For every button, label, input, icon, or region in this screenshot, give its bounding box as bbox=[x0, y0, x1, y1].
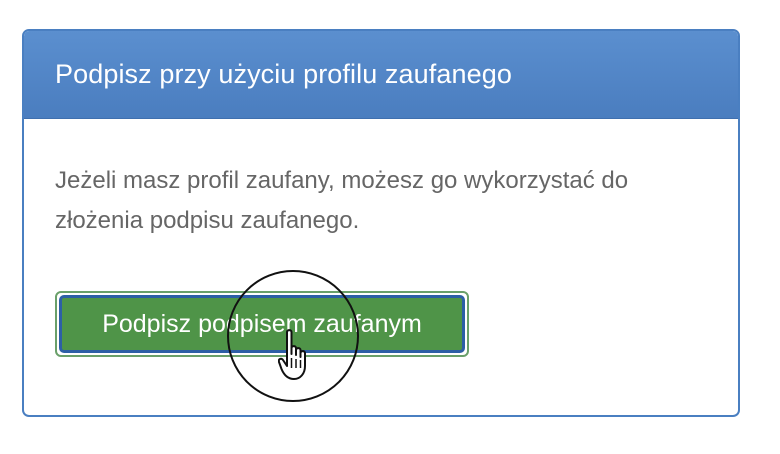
trusted-profile-panel: Podpisz przy użyciu profilu zaufanego Je… bbox=[22, 29, 740, 417]
sign-button-focus-ring: Podpisz podpisem zaufanym bbox=[55, 291, 469, 357]
sign-with-trusted-profile-button[interactable]: Podpisz podpisem zaufanym bbox=[59, 295, 465, 353]
panel-title: Podpisz przy użyciu profilu zaufanego bbox=[55, 59, 512, 89]
panel-body: Jeżeli masz profil zaufany, możesz go wy… bbox=[24, 119, 738, 241]
panel-description: Jeżeli masz profil zaufany, możesz go wy… bbox=[55, 167, 629, 234]
panel-header: Podpisz przy użyciu profilu zaufanego bbox=[24, 31, 738, 119]
